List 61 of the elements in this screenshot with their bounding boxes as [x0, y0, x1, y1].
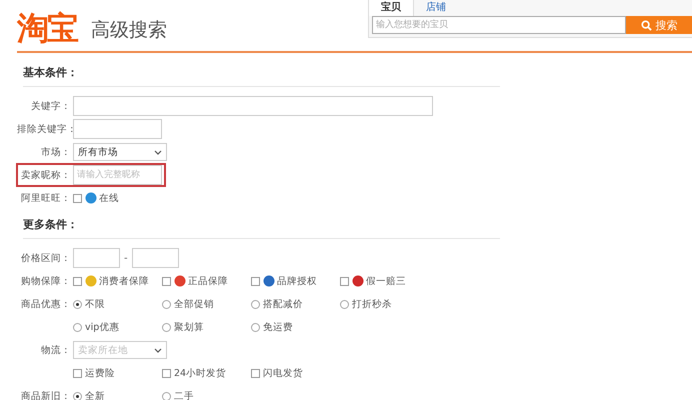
radio-button[interactable] — [73, 392, 82, 400]
option-label: 全部促销 — [174, 298, 214, 310]
input-field[interactable] — [73, 119, 162, 139]
radio-button[interactable] — [162, 322, 171, 332]
checkbox[interactable] — [73, 368, 82, 378]
search-tab[interactable]: 宝贝 — [369, 0, 414, 16]
search-icon — [640, 20, 652, 30]
checkbox[interactable] — [251, 368, 260, 378]
field-label: 卖家昵称： — [20, 168, 72, 182]
option-label: 全新 — [85, 390, 105, 400]
field-label: 物流： — [40, 344, 72, 356]
field-label: 阿里旺旺： — [20, 192, 72, 204]
option-label: 在线 — [99, 192, 119, 204]
search-tab[interactable]: 店铺 — [414, 0, 458, 16]
input-field[interactable] — [73, 96, 433, 116]
field-label: 商品新旧： — [20, 390, 72, 400]
range-separator: - — [124, 252, 128, 264]
checkbox[interactable] — [73, 194, 82, 202]
field-label: 商品优惠： — [20, 298, 72, 310]
field-label: 价格区间： — [20, 252, 72, 264]
option-label: vip优惠 — [85, 320, 120, 334]
option-label: 闪电发货 — [263, 366, 303, 380]
option-label: 聚划算 — [174, 320, 204, 334]
input-field[interactable] — [73, 248, 120, 268]
option-label: 不限 — [85, 298, 105, 310]
radio-button[interactable] — [73, 322, 82, 332]
option-label: 消费者保障 — [99, 274, 149, 288]
checkbox[interactable] — [251, 276, 260, 286]
radio-button[interactable] — [162, 300, 171, 308]
option-label: 免运费 — [263, 320, 293, 334]
section-title: 更多条件： — [22, 217, 79, 233]
option-label: 24小时发货 — [174, 366, 226, 380]
option-label: 假一赔三 — [366, 274, 406, 288]
search-field[interactable]: 输入您想要的宝贝 — [372, 16, 626, 34]
chevron-down-icon — [154, 348, 162, 352]
chevron-down-icon — [154, 150, 162, 154]
page-title: 高级搜索 — [91, 18, 167, 42]
option-label: 搭配减价 — [263, 298, 303, 310]
radio-button[interactable] — [251, 300, 260, 308]
input-field[interactable]: 请输入完整昵称 — [73, 165, 162, 185]
checkbox[interactable] — [340, 276, 349, 286]
logo: 淘宝 — [17, 8, 77, 48]
radio-button[interactable] — [162, 392, 171, 400]
dropdown[interactable]: 所有市场 — [73, 143, 167, 161]
option-label: 品牌授权 — [277, 274, 317, 288]
radio-button[interactable] — [73, 300, 82, 308]
checkbox[interactable] — [162, 276, 171, 286]
field-label: 关键字： — [30, 100, 72, 112]
radio-button[interactable] — [251, 322, 260, 332]
checkbox[interactable] — [73, 276, 82, 286]
input-field[interactable] — [132, 248, 179, 268]
option-label: 正品保障 — [188, 274, 228, 288]
field-label: 排除关键字： — [17, 122, 73, 136]
field-label: 市场： — [40, 146, 72, 158]
checkbox[interactable] — [162, 368, 171, 378]
field-label: 购物保障： — [20, 274, 72, 288]
section-title: 基本条件： — [22, 65, 79, 81]
option-label: 打折秒杀 — [352, 298, 392, 310]
option-label: 运费险 — [85, 366, 115, 380]
radio-button[interactable] — [340, 300, 349, 308]
option-label: 二手 — [174, 390, 194, 400]
